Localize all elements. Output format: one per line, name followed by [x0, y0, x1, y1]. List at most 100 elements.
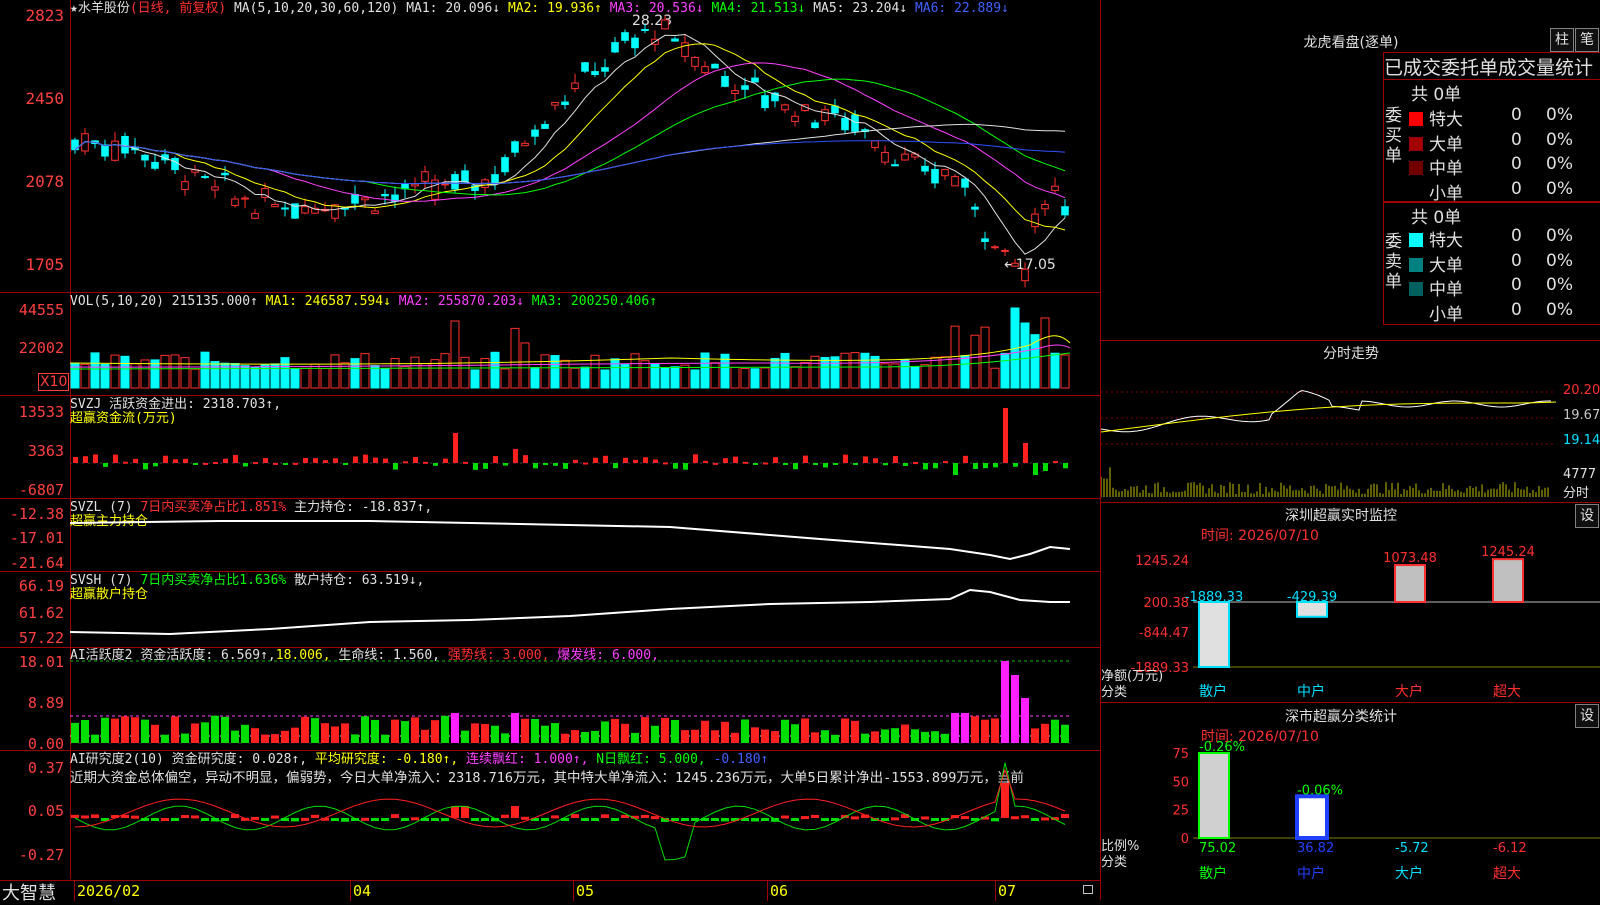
candlestick-chart[interactable] — [70, 0, 1100, 292]
intraday-chart[interactable] — [1101, 364, 1561, 499]
candle — [141, 154, 149, 161]
bar-view-button[interactable]: 柱 — [1550, 28, 1574, 52]
activity-bar — [291, 727, 299, 743]
research-bar — [261, 818, 269, 821]
candle — [811, 122, 819, 129]
ai-research-panel[interactable]: 0.37 0.05 -0.27 AI研究度2(10) 资金研究度: 0.028↑… — [0, 751, 1100, 879]
ai-activity-chart[interactable] — [70, 648, 1100, 750]
volume-bar — [960, 355, 970, 389]
candle — [271, 203, 279, 208]
candle — [901, 153, 909, 161]
row-label: 特大 — [1429, 231, 1463, 251]
volume-bar — [310, 363, 320, 389]
sz-bar-label: -429.39 — [1287, 590, 1337, 605]
candle — [81, 133, 89, 152]
candle — [301, 206, 309, 214]
flow-bar — [913, 462, 918, 465]
fl-bar-chart[interactable]: 75 50 25 0 -0.26% -0.06% 75.02 36.82 -5.72 -6.12 比… — [1101, 730, 1600, 900]
svzl-panel[interactable]: -12.38 -17.01 -21.64 SVZL (7) 7日内买卖净占比1.… — [0, 499, 1100, 572]
candle — [441, 183, 449, 186]
flow-bar — [843, 454, 848, 463]
volume-chart[interactable] — [70, 293, 1100, 395]
research-bar — [671, 818, 679, 821]
activity-bar — [521, 718, 529, 743]
tab-done[interactable]: 已成交 — [1384, 57, 1441, 79]
candle — [641, 28, 649, 31]
research-bar — [1031, 818, 1039, 821]
volume-axis: 44555 22002 X10 — [0, 293, 71, 395]
research-bar — [381, 818, 389, 821]
price-line — [1101, 389, 1551, 433]
svzj-panel[interactable]: 13533 3363 -6807 SVZJ 活跃资金进出: 2318.703↑,… — [0, 396, 1100, 499]
candle — [721, 76, 729, 87]
brand-logo[interactable]: 大智慧 — [2, 879, 56, 905]
volume-stat-row: 中单 — [1409, 275, 1463, 300]
svzl-chart[interactable] — [70, 499, 1100, 571]
price-panel[interactable]: 2823 2450 2078 1705 ★水羊股份(日线, 前复权) MA(5,… — [0, 0, 1100, 293]
volume-panel[interactable]: 44555 22002 X10 VOL(5,10,20) 215135.000↑… — [0, 293, 1100, 396]
ai-activity-panel[interactable]: 18.01 8.89 0.00 AI活跃度2 资金活跃度: 6.569↑,18.… — [0, 648, 1100, 753]
volume-bar — [670, 366, 680, 389]
candle — [751, 77, 759, 83]
volume-bar — [860, 352, 870, 389]
research-bar — [801, 816, 809, 820]
activity-bar — [511, 713, 519, 743]
candle — [181, 181, 189, 191]
sz-tick: -844.47 — [1139, 626, 1189, 641]
svsh-panel[interactable]: 66.19 61.62 57.22 SVSH (7) 7日内买卖净占比1.636… — [0, 572, 1100, 648]
candle — [541, 123, 549, 129]
color-swatch — [1409, 186, 1423, 200]
research-bar — [961, 816, 969, 820]
candle — [621, 32, 629, 41]
svsh-chart[interactable] — [70, 572, 1100, 647]
svzj-chart[interactable] — [70, 396, 1100, 498]
volume-bar — [870, 355, 880, 389]
candle — [591, 71, 599, 76]
volume-bar — [780, 352, 790, 389]
date-axis[interactable]: 大智慧 2026/02 04 05 06 07 — [0, 880, 1100, 904]
activity-bar — [921, 731, 929, 743]
research-bar — [311, 814, 319, 818]
activity-bar — [1031, 728, 1039, 743]
research-bar — [161, 817, 169, 821]
ai-research-chart[interactable] — [70, 751, 1100, 879]
candle — [151, 161, 159, 169]
fs-tick: 20.20 — [1563, 383, 1600, 398]
row-label: 特大 — [1429, 110, 1463, 130]
divider — [995, 881, 996, 901]
sz-settings-button[interactable]: 设 — [1575, 504, 1599, 528]
flow-bar — [503, 463, 508, 466]
activity-bar — [601, 721, 609, 743]
tab-volume-stats[interactable]: 成交量统计 — [1498, 57, 1593, 79]
volume-bar — [930, 356, 940, 389]
tick-view-button[interactable]: 笔 — [1575, 28, 1599, 52]
lock-icon[interactable] — [1083, 885, 1093, 894]
activity-bar — [801, 718, 809, 743]
fl-value: -6.12 — [1493, 841, 1527, 856]
ai-tick: 0.00 — [27, 735, 64, 753]
activity-bar — [691, 729, 699, 743]
sz-title: 深圳超赢实时监控 — [1285, 508, 1397, 524]
fl-settings-button[interactable]: 设 — [1575, 704, 1599, 728]
sz-bar — [1492, 558, 1524, 603]
activity-bar — [471, 723, 479, 743]
fl-top-label: -0.06% — [1297, 783, 1343, 798]
avg-line — [1101, 401, 1557, 433]
row-count: 0 — [1511, 154, 1522, 174]
tab-order[interactable]: 委托单 — [1441, 57, 1498, 79]
activity-bar — [1061, 724, 1069, 743]
color-swatch — [1409, 161, 1423, 175]
color-swatch — [1409, 136, 1423, 151]
research-bar — [451, 806, 459, 818]
research-bar — [131, 815, 139, 819]
candle — [761, 95, 769, 109]
flow-bar — [413, 457, 418, 463]
flow-bar — [403, 461, 408, 464]
sz-bar-chart[interactable]: 1245.24200.38-844.47-1889.33-1889.33 -429… — [1101, 530, 1600, 700]
candle — [361, 197, 369, 201]
research-bar — [71, 814, 79, 818]
divider — [74, 881, 75, 901]
fl-category: 超大 — [1493, 866, 1521, 882]
flow-bar — [833, 463, 838, 465]
lhb-tabs: 已成交委托单成交量统计 — [1383, 52, 1600, 80]
